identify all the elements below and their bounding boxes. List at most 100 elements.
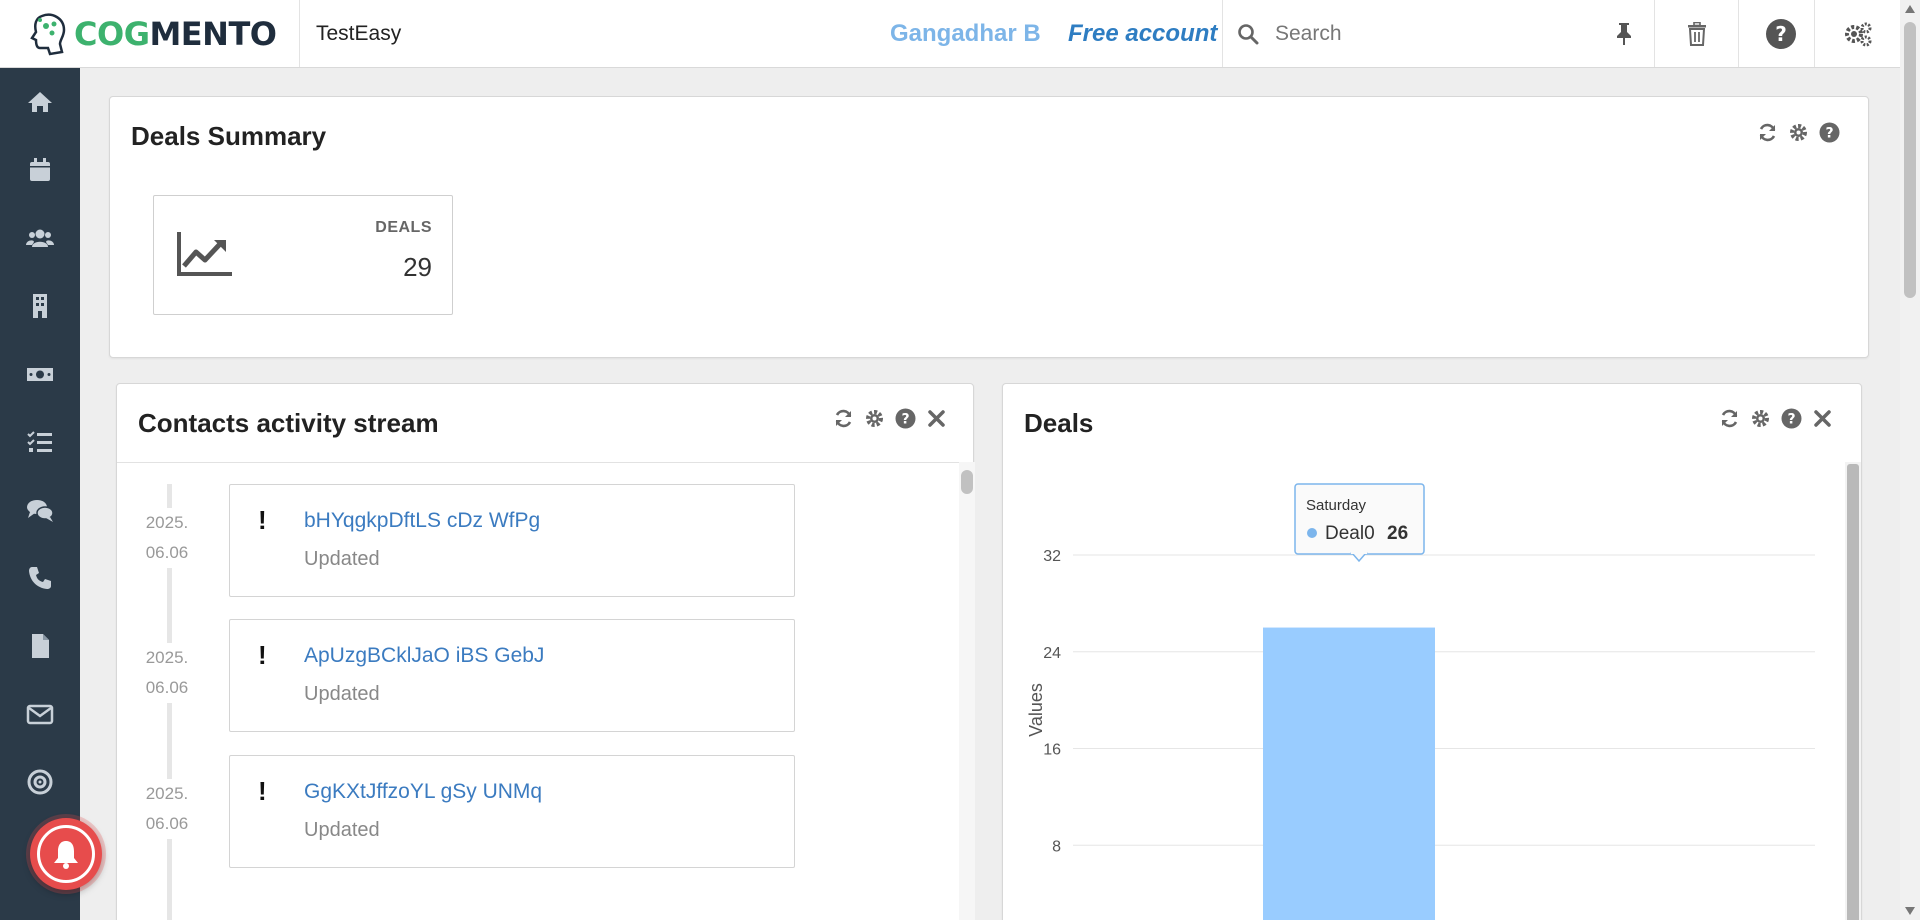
exclamation-icon: ! xyxy=(258,505,267,535)
activity-scroll-thumb[interactable] xyxy=(961,470,973,494)
deals-chart-card: Deals ? 32 24 16 8 Values Saturday Deal0 26 xyxy=(1002,383,1862,920)
brand-logo[interactable]: COGMENTO xyxy=(0,0,300,67)
deals-scroll-thumb[interactable] xyxy=(1847,464,1859,920)
building-icon xyxy=(33,294,47,318)
comments-icon xyxy=(27,500,54,522)
exclamation-icon: ! xyxy=(258,640,267,670)
card-divider xyxy=(117,462,973,463)
sidebar-item-email[interactable] xyxy=(0,680,80,748)
search-icon xyxy=(1238,23,1259,44)
users-icon xyxy=(26,229,54,247)
close-icon[interactable] xyxy=(1812,408,1833,429)
sidebar-item-calls[interactable] xyxy=(0,544,80,612)
envelope-icon xyxy=(26,704,54,725)
sidebar-item-cases[interactable] xyxy=(0,476,80,544)
account-type-link[interactable]: Free account xyxy=(1068,0,1217,67)
deals-chart-tools: ? xyxy=(1719,408,1833,429)
activity-stream-title: Contacts activity stream xyxy=(138,408,439,438)
deals-bar-chart: 32 24 16 8 Values Saturday Deal0 26 xyxy=(1026,483,1815,920)
top-bar: COGMENTO TestEasy Gangadhar B Free accou… xyxy=(0,0,1900,68)
deals-stat-value: 29 xyxy=(403,252,432,282)
search-input[interactable] xyxy=(1275,21,1605,46)
sidebar-item-home[interactable] xyxy=(0,68,80,136)
chart-tooltip: Saturday Deal0 26 xyxy=(1294,483,1425,563)
tooltip-series-name: Deal0 xyxy=(1325,523,1375,544)
sidebar-item-tasks[interactable] xyxy=(0,408,80,476)
gear-icon[interactable] xyxy=(864,408,885,429)
pin-icon xyxy=(1617,22,1631,45)
refresh-icon[interactable] xyxy=(1719,408,1740,429)
sidebar-item-contacts[interactable] xyxy=(0,204,80,272)
phone-icon xyxy=(29,567,51,589)
exclamation-icon: ! xyxy=(258,776,267,806)
tooltip-title: Saturday xyxy=(1306,497,1367,514)
tooltip-value: 26 xyxy=(1387,523,1408,544)
activity-stream-card: Contacts activity stream ? 2025. 06.06 ! … xyxy=(116,383,975,920)
activity-item-status: Updated xyxy=(304,683,380,705)
y-tick-label: 8 xyxy=(1052,838,1061,855)
sidebar-item-documents[interactable] xyxy=(0,612,80,680)
refresh-icon[interactable] xyxy=(1757,122,1778,143)
svg-text:?: ? xyxy=(1825,126,1833,142)
deals-summary-tools: ? xyxy=(1757,122,1840,143)
deals-stat-box[interactable]: DEALS 29 xyxy=(153,195,453,315)
help-button[interactable]: ? xyxy=(1738,0,1822,67)
money-icon xyxy=(27,368,53,381)
brain-head-icon xyxy=(30,13,66,55)
tooltip-series-dot xyxy=(1307,528,1317,538)
activity-item-title[interactable]: GgKXtJffzoYL gSy UNMq xyxy=(304,780,542,804)
notification-button[interactable] xyxy=(30,818,102,890)
target-icon xyxy=(27,769,53,795)
bell-icon xyxy=(54,841,78,869)
settings-button[interactable] xyxy=(1814,0,1900,67)
refresh-icon[interactable] xyxy=(833,408,854,429)
sidebar xyxy=(0,68,80,920)
sidebar-item-campaigns[interactable] xyxy=(0,748,80,816)
file-icon xyxy=(32,634,49,658)
question-circle-icon: ? xyxy=(1765,18,1796,49)
trash-icon xyxy=(1687,21,1706,46)
page-scrollbar[interactable] xyxy=(1900,0,1920,920)
home-icon xyxy=(28,92,52,112)
svg-text:?: ? xyxy=(1787,412,1795,428)
activity-date: 2025. 06.06 xyxy=(137,779,197,839)
y-tick-label: 24 xyxy=(1043,645,1061,662)
question-circle-icon[interactable]: ? xyxy=(1819,122,1840,143)
scroll-down-arrow-icon[interactable] xyxy=(1904,906,1916,916)
activity-date: 2025. 06.06 xyxy=(137,508,197,568)
gear-icon[interactable] xyxy=(1750,408,1771,429)
gear-icon[interactable] xyxy=(1788,122,1809,143)
tasks-icon xyxy=(27,431,52,452)
calendar-icon xyxy=(30,158,50,181)
chart-grid xyxy=(1073,554,1815,846)
brand-cog-text: COG xyxy=(74,14,150,53)
activity-item[interactable]: ! bHYqgkpDftLS cDz WfPg Updated xyxy=(229,484,795,597)
question-circle-icon[interactable]: ? xyxy=(1781,408,1802,429)
svg-text:?: ? xyxy=(901,412,909,428)
deals-summary-card: Deals Summary ? DEALS 29 xyxy=(109,96,1869,358)
sidebar-item-companies[interactable] xyxy=(0,272,80,340)
activity-scrollbar[interactable] xyxy=(959,462,975,920)
activity-item-title[interactable]: bHYqgkpDftLS cDz WfPg xyxy=(304,509,540,533)
gears-icon xyxy=(1844,22,1871,46)
sidebar-item-deals[interactable] xyxy=(0,340,80,408)
activity-item[interactable]: ! GgKXtJffzoYL gSy UNMq Updated xyxy=(229,755,795,868)
trash-button[interactable] xyxy=(1654,0,1738,67)
chart-bars xyxy=(1263,627,1435,920)
activity-date: 2025. 06.06 xyxy=(137,643,197,703)
close-icon[interactable] xyxy=(926,408,947,429)
question-circle-icon[interactable]: ? xyxy=(895,408,916,429)
sidebar-item-calendar[interactable] xyxy=(0,136,80,204)
deals-summary-title: Deals Summary xyxy=(131,121,327,151)
bar-saturday[interactable] xyxy=(1263,627,1435,920)
user-name[interactable]: Gangadhar B xyxy=(890,0,1041,67)
svg-text:?: ? xyxy=(1775,22,1787,46)
line-chart-icon xyxy=(177,232,232,276)
activity-item[interactable]: ! ApUzgBCklJaO iBS GebJ Updated xyxy=(229,619,795,732)
y-tick-label: 32 xyxy=(1043,548,1061,565)
scroll-up-arrow-icon[interactable] xyxy=(1904,4,1916,14)
activity-stream-tools: ? xyxy=(833,408,947,429)
deals-scrollbar[interactable] xyxy=(1845,462,1861,920)
activity-item-title[interactable]: ApUzgBCklJaO iBS GebJ xyxy=(304,644,544,668)
scroll-thumb[interactable] xyxy=(1904,22,1916,298)
